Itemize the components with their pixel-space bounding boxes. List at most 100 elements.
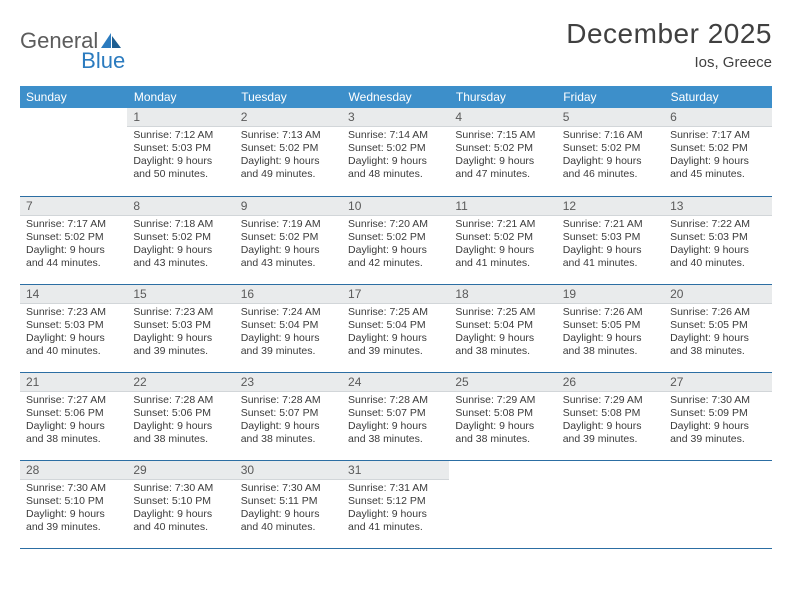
sunset-line: Sunset: 5:02 PM	[563, 142, 658, 155]
day-details: Sunrise: 7:25 AMSunset: 5:04 PMDaylight:…	[449, 304, 556, 363]
sunset-line: Sunset: 5:02 PM	[455, 142, 550, 155]
day-number: 28	[20, 461, 127, 480]
sunset-line: Sunset: 5:10 PM	[26, 495, 121, 508]
day-number: 14	[20, 285, 127, 304]
sunrise-line: Sunrise: 7:25 AM	[348, 306, 443, 319]
title-block: December 2025 Ios, Greece	[566, 18, 772, 71]
day-details: Sunrise: 7:13 AMSunset: 5:02 PMDaylight:…	[235, 127, 342, 186]
daylight-line: Daylight: 9 hours and 38 minutes.	[670, 332, 765, 358]
sunrise-line: Sunrise: 7:30 AM	[670, 394, 765, 407]
sunrise-line: Sunrise: 7:24 AM	[241, 306, 336, 319]
sunset-line: Sunset: 5:08 PM	[455, 407, 550, 420]
daylight-line: Daylight: 9 hours and 40 minutes.	[241, 508, 336, 534]
daylight-line: Daylight: 9 hours and 41 minutes.	[563, 244, 658, 270]
sunset-line: Sunset: 5:04 PM	[241, 319, 336, 332]
day-details: Sunrise: 7:28 AMSunset: 5:06 PMDaylight:…	[127, 392, 234, 451]
day-details: Sunrise: 7:24 AMSunset: 5:04 PMDaylight:…	[235, 304, 342, 363]
day-number: 4	[449, 108, 556, 127]
calendar-cell: 21Sunrise: 7:27 AMSunset: 5:06 PMDayligh…	[20, 372, 127, 460]
day-details: Sunrise: 7:15 AMSunset: 5:02 PMDaylight:…	[449, 127, 556, 186]
daylight-line: Daylight: 9 hours and 43 minutes.	[133, 244, 228, 270]
day-number: 19	[557, 285, 664, 304]
calendar-cell: 22Sunrise: 7:28 AMSunset: 5:06 PMDayligh…	[127, 372, 234, 460]
sunset-line: Sunset: 5:04 PM	[455, 319, 550, 332]
sunrise-line: Sunrise: 7:30 AM	[241, 482, 336, 495]
daylight-line: Daylight: 9 hours and 48 minutes.	[348, 155, 443, 181]
daylight-line: Daylight: 9 hours and 50 minutes.	[133, 155, 228, 181]
daylight-line: Daylight: 9 hours and 38 minutes.	[455, 420, 550, 446]
calendar-cell	[20, 108, 127, 196]
day-details: Sunrise: 7:21 AMSunset: 5:03 PMDaylight:…	[557, 216, 664, 275]
daylight-line: Daylight: 9 hours and 41 minutes.	[455, 244, 550, 270]
day-number: 2	[235, 108, 342, 127]
sunrise-line: Sunrise: 7:28 AM	[241, 394, 336, 407]
calendar-table: Sunday Monday Tuesday Wednesday Thursday…	[20, 86, 772, 549]
weekday-header: Sunday	[20, 86, 127, 108]
daylight-line: Daylight: 9 hours and 40 minutes.	[133, 508, 228, 534]
calendar-cell: 1Sunrise: 7:12 AMSunset: 5:03 PMDaylight…	[127, 108, 234, 196]
day-details: Sunrise: 7:26 AMSunset: 5:05 PMDaylight:…	[557, 304, 664, 363]
day-number: 9	[235, 197, 342, 216]
calendar-row: 7Sunrise: 7:17 AMSunset: 5:02 PMDaylight…	[20, 196, 772, 284]
sunset-line: Sunset: 5:03 PM	[133, 142, 228, 155]
daylight-line: Daylight: 9 hours and 45 minutes.	[670, 155, 765, 181]
sunrise-line: Sunrise: 7:21 AM	[563, 218, 658, 231]
calendar-cell: 23Sunrise: 7:28 AMSunset: 5:07 PMDayligh…	[235, 372, 342, 460]
sunset-line: Sunset: 5:02 PM	[455, 231, 550, 244]
sunrise-line: Sunrise: 7:17 AM	[26, 218, 121, 231]
sunrise-line: Sunrise: 7:18 AM	[133, 218, 228, 231]
sunset-line: Sunset: 5:11 PM	[241, 495, 336, 508]
day-number: 6	[664, 108, 771, 127]
sunrise-line: Sunrise: 7:16 AM	[563, 129, 658, 142]
sunset-line: Sunset: 5:02 PM	[348, 142, 443, 155]
calendar-cell: 18Sunrise: 7:25 AMSunset: 5:04 PMDayligh…	[449, 284, 556, 372]
sunrise-line: Sunrise: 7:23 AM	[133, 306, 228, 319]
day-number: 3	[342, 108, 449, 127]
calendar-page: General December 2025 Ios, Greece GenerB…	[0, 0, 792, 612]
calendar-cell: 12Sunrise: 7:21 AMSunset: 5:03 PMDayligh…	[557, 196, 664, 284]
daylight-line: Daylight: 9 hours and 39 minutes.	[563, 420, 658, 446]
day-details: Sunrise: 7:25 AMSunset: 5:04 PMDaylight:…	[342, 304, 449, 363]
day-number: 5	[557, 108, 664, 127]
sunset-line: Sunset: 5:10 PM	[133, 495, 228, 508]
calendar-cell: 10Sunrise: 7:20 AMSunset: 5:02 PMDayligh…	[342, 196, 449, 284]
calendar-row: 28Sunrise: 7:30 AMSunset: 5:10 PMDayligh…	[20, 460, 772, 548]
calendar-cell: 19Sunrise: 7:26 AMSunset: 5:05 PMDayligh…	[557, 284, 664, 372]
sunset-line: Sunset: 5:02 PM	[26, 231, 121, 244]
sunset-line: Sunset: 5:02 PM	[241, 231, 336, 244]
calendar-cell	[664, 460, 771, 548]
calendar-body: 1Sunrise: 7:12 AMSunset: 5:03 PMDaylight…	[20, 108, 772, 548]
day-details: Sunrise: 7:12 AMSunset: 5:03 PMDaylight:…	[127, 127, 234, 186]
calendar-cell: 31Sunrise: 7:31 AMSunset: 5:12 PMDayligh…	[342, 460, 449, 548]
day-number: 30	[235, 461, 342, 480]
sunrise-line: Sunrise: 7:31 AM	[348, 482, 443, 495]
calendar-cell: 5 Sunrise: 7:16 AMSunset: 5:02 PMDaylight…	[557, 108, 664, 196]
weekday-header: Wednesday	[342, 86, 449, 108]
day-number: 1	[127, 108, 234, 127]
calendar-cell: 17Sunrise: 7:25 AMSunset: 5:04 PMDayligh…	[342, 284, 449, 372]
sunrise-line: Sunrise: 7:12 AM	[133, 129, 228, 142]
daylight-line: Daylight: 9 hours and 40 minutes.	[670, 244, 765, 270]
day-details: Sunrise: 7:27 AMSunset: 5:06 PMDaylight:…	[20, 392, 127, 451]
daylight-line: Daylight: 9 hours and 39 minutes.	[133, 332, 228, 358]
day-number: 17	[342, 285, 449, 304]
sunrise-line: Sunrise: 7:17 AM	[670, 129, 765, 142]
day-details: Sunrise: 7:14 AMSunset: 5:02 PMDaylight:…	[342, 127, 449, 186]
day-number: 12	[557, 197, 664, 216]
day-number: 20	[664, 285, 771, 304]
day-details: Sunrise: 7:30 AMSunset: 5:09 PMDaylight:…	[664, 392, 771, 451]
sunset-line: Sunset: 5:03 PM	[563, 231, 658, 244]
weekday-header: Saturday	[664, 86, 771, 108]
sunset-line: Sunset: 5:03 PM	[26, 319, 121, 332]
sunrise-line: Sunrise: 7:20 AM	[348, 218, 443, 231]
day-details: Sunrise: 7:30 AMSunset: 5:10 PMDaylight:…	[20, 480, 127, 539]
calendar-cell: 30 Sunrise: 7:30 AMSunset: 5:11 PMDayligh…	[235, 460, 342, 548]
page-title: December 2025	[566, 18, 772, 50]
day-details: Sunrise: 7:28 AMSunset: 5:07 PMDaylight:…	[342, 392, 449, 451]
calendar-cell: 26Sunrise: 7:29 AMSunset: 5:08 PMDayligh…	[557, 372, 664, 460]
daylight-line: Daylight: 9 hours and 46 minutes.	[563, 155, 658, 181]
sunset-line: Sunset: 5:05 PM	[670, 319, 765, 332]
location-subtitle: Ios, Greece	[566, 54, 772, 71]
sunset-line: Sunset: 5:02 PM	[670, 142, 765, 155]
day-details: Sunrise: 7:22 AMSunset: 5:03 PMDaylight:…	[664, 216, 771, 275]
